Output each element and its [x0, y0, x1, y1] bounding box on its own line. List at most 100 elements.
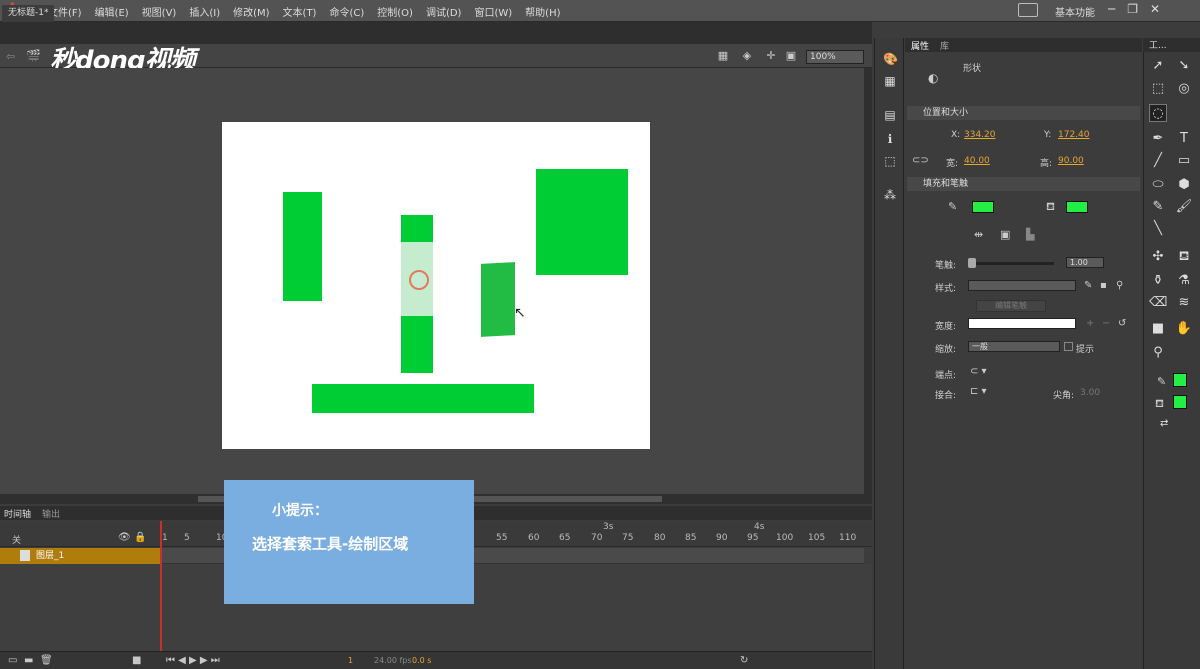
eraser-tool-icon[interactable]: ⌫ [1149, 294, 1167, 312]
section-position-size[interactable]: 位置和大小 [907, 106, 1140, 120]
menu-debug[interactable]: 调试(D) [426, 4, 462, 19]
menu-insert[interactable]: 插入(I) [189, 4, 220, 19]
stroke-color-swatch[interactable] [972, 201, 994, 213]
minimize-icon[interactable]: ─ [1108, 2, 1115, 16]
subselection-tool-icon[interactable]: ➘ [1175, 57, 1193, 75]
paint-brush-tool-icon[interactable]: ╲ [1149, 220, 1167, 238]
menu-help[interactable]: 帮助(H) [525, 4, 560, 19]
document-tab[interactable]: 无标题-1* [2, 5, 55, 22]
pencil-tool-icon[interactable]: ✎ [1149, 198, 1167, 216]
camera-tool-icon[interactable]: ■ [132, 655, 141, 666]
reset-icon[interactable]: ↺ [1118, 318, 1126, 329]
lasso-tool-icon[interactable]: ◌ [1149, 104, 1167, 122]
edit-style-button[interactable]: 编辑笔触 [976, 300, 1046, 312]
eye-icon[interactable]: 👁 [118, 532, 131, 543]
edit-scene-icon[interactable]: ▦ [716, 49, 730, 63]
edit-symbol-icon[interactable]: ◈ [740, 49, 754, 63]
components-icon[interactable]: ⁂ [883, 188, 897, 202]
tool-stroke-swatch[interactable] [1173, 373, 1187, 387]
y-field[interactable]: 172.40 [1058, 130, 1090, 140]
vertical-scrollbar[interactable] [864, 68, 872, 494]
transform-icon[interactable]: ⬚ [883, 154, 897, 168]
miter-field[interactable]: 3.00 [1080, 388, 1100, 398]
stroke-slider-thumb[interactable] [968, 258, 976, 268]
cap-select[interactable]: ⊂ ▾ [970, 366, 987, 377]
width-field[interactable]: 40.00 [964, 156, 990, 166]
eyedropper-tool-icon[interactable]: ⚗ [1175, 272, 1193, 290]
free-transform-tool-icon[interactable]: ⬚ [1149, 80, 1167, 98]
scale-select[interactable]: 一般 [968, 341, 1060, 352]
green-square[interactable] [536, 169, 628, 275]
tab-output[interactable]: 输出 [42, 507, 60, 520]
green-bar-bottom[interactable] [312, 384, 534, 413]
remove-icon[interactable]: − [1102, 318, 1110, 329]
hint-checkbox[interactable] [1064, 342, 1073, 351]
variable-width-icon[interactable]: ⚲ [1116, 280, 1123, 291]
menu-control[interactable]: 控制(O) [377, 4, 413, 19]
tab-properties[interactable]: 属性 [911, 39, 929, 52]
restore-icon[interactable]: ❐ [1127, 2, 1138, 16]
line-tool-icon[interactable]: ╱ [1149, 152, 1167, 170]
scene-icon[interactable]: 🎬 [26, 49, 41, 63]
close-icon[interactable]: ✕ [1150, 2, 1160, 16]
menu-view[interactable]: 视图(V) [142, 4, 177, 19]
stroke-slider[interactable] [970, 262, 1054, 265]
layer-name[interactable]: 图层_1 [36, 551, 64, 561]
brush-library-icon[interactable]: ▪ [1100, 280, 1107, 291]
width-tool-icon[interactable]: ≋ [1175, 294, 1193, 312]
polystar-tool-icon[interactable]: ⬢ [1175, 176, 1193, 194]
fill-color-swatch[interactable] [1066, 201, 1088, 213]
tab-library[interactable]: 库 [940, 39, 949, 52]
new-layer-icon[interactable]: ▭ [8, 655, 17, 666]
width-profile-select[interactable] [968, 318, 1076, 329]
workspace-switcher[interactable]: 基本功能 [1055, 4, 1095, 19]
play-controls[interactable]: ⏮ ◀ ▶ ▶ ⏭ [166, 655, 220, 666]
current-frame[interactable]: 1 [348, 656, 353, 665]
delete-icon[interactable]: 🗑 [40, 655, 53, 666]
menu-edit[interactable]: 编辑(E) [95, 4, 129, 19]
menu-text[interactable]: 文本(T) [283, 4, 317, 19]
elapsed-time[interactable]: 0.0 s [412, 656, 431, 665]
clip-stage-icon[interactable]: ▣ [784, 49, 798, 63]
info-icon[interactable]: ℹ [883, 132, 897, 146]
center-stage-icon[interactable]: ✛ [764, 49, 778, 63]
ink-bottle-tool-icon[interactable]: ⚱ [1149, 272, 1167, 290]
swatches-icon[interactable]: ▦ [883, 74, 897, 88]
distribute-icon[interactable]: ▣ [1000, 228, 1010, 241]
menu-window[interactable]: 窗口(W) [474, 4, 512, 19]
zoom-tool-icon[interactable]: ⚲ [1149, 344, 1167, 362]
swap-colors-icon[interactable]: ⇄ [1160, 418, 1168, 429]
new-folder-icon[interactable]: ▬ [24, 655, 33, 666]
x-field[interactable]: 334.20 [964, 130, 996, 140]
tool-fill-swatch[interactable] [1173, 395, 1187, 409]
lock-icon[interactable]: 🔒 [134, 532, 146, 543]
pen-tool-icon[interactable]: ✒ [1149, 130, 1167, 148]
align-stroke-icon[interactable]: ⇹ [974, 228, 983, 241]
add-icon[interactable]: + [1086, 318, 1094, 329]
paint-bucket-tool-icon[interactable]: ⛾ [1175, 248, 1193, 266]
camera-tool-icon[interactable]: ■ [1149, 320, 1167, 338]
stage-canvas[interactable]: ↖ [222, 122, 650, 449]
edit-stroke-icon[interactable]: ✎ [1084, 280, 1092, 291]
stroke-width-field[interactable]: 1.00 [1066, 257, 1104, 268]
stroke-style-select[interactable] [968, 280, 1076, 291]
menu-modify[interactable]: 修改(M) [233, 4, 269, 19]
tab-timeline[interactable]: 时间轴 [4, 507, 31, 520]
join-select[interactable]: ⊏ ▾ [970, 386, 987, 397]
green-rect-left[interactable] [283, 192, 322, 301]
camera-icon[interactable] [1018, 3, 1038, 17]
text-tool-icon[interactable]: T [1175, 130, 1193, 148]
3d-rotation-tool-icon[interactable]: ◎ [1175, 80, 1193, 98]
color-palette-icon[interactable]: 🎨 [883, 52, 898, 66]
align-icon[interactable]: ▤ [883, 108, 897, 122]
brush-tool-icon[interactable]: 🖌 [1175, 198, 1193, 216]
swap-icon[interactable]: ▙ [1026, 228, 1034, 241]
link-icon[interactable]: ⊂⊃ [912, 155, 929, 166]
bone-tool-icon[interactable]: ✣ [1149, 248, 1167, 266]
section-fill-stroke[interactable]: 填充和笔触 [907, 177, 1140, 191]
green-rect-selected[interactable] [481, 262, 515, 337]
selection-tool-icon[interactable]: ➚ [1149, 57, 1167, 75]
menu-commands[interactable]: 命令(C) [329, 4, 364, 19]
back-arrow-icon[interactable]: ⇦ [6, 50, 15, 63]
frame-rate[interactable]: 24.00 fps [374, 656, 412, 665]
